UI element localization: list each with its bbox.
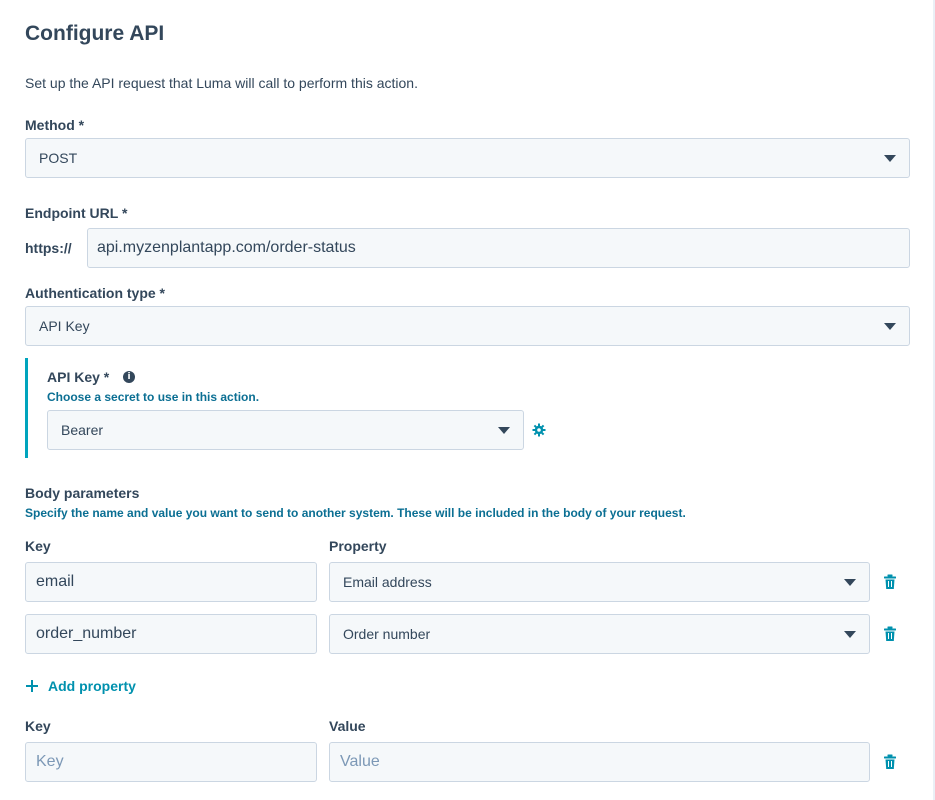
body-key-value: order_number bbox=[36, 625, 137, 642]
static-value-input[interactable]: Value bbox=[329, 742, 870, 782]
body-property-value: Email address bbox=[343, 574, 432, 590]
endpoint-prefix: https:// bbox=[25, 240, 72, 256]
endpoint-label: Endpoint URL * bbox=[25, 205, 128, 221]
api-key-help: Choose a secret to use in this action. bbox=[47, 390, 260, 404]
trash-icon[interactable] bbox=[883, 754, 897, 770]
method-value: POST bbox=[39, 150, 78, 166]
configure-api-panel: Configure API Set up the API request tha… bbox=[0, 0, 935, 800]
auth-type-value: API Key bbox=[39, 318, 90, 334]
body-property-value: Order number bbox=[343, 626, 431, 642]
body-key-input[interactable]: order_number bbox=[25, 614, 317, 654]
method-label: Method * bbox=[25, 117, 85, 133]
body-key-value: email bbox=[36, 573, 75, 590]
trash-icon[interactable] bbox=[883, 626, 897, 642]
body-parameters-label: Body parameters bbox=[25, 485, 140, 501]
auth-type-select[interactable]: API Key bbox=[25, 306, 910, 346]
static-key-placeholder: Key bbox=[36, 753, 64, 770]
body-property-select[interactable]: Order number bbox=[329, 614, 870, 654]
add-property-button[interactable]: Add property bbox=[25, 677, 136, 695]
chevron-down-icon bbox=[844, 631, 856, 638]
api-key-select[interactable]: Bearer bbox=[47, 410, 524, 450]
chevron-down-icon bbox=[884, 155, 896, 162]
gear-icon[interactable] bbox=[532, 423, 546, 437]
api-key-label: API Key * bbox=[47, 369, 110, 385]
static-value-column-header: Value bbox=[329, 718, 366, 734]
body-property-select[interactable]: Email address bbox=[329, 562, 870, 602]
endpoint-url-value: api.myzenplantapp.com/order-status bbox=[97, 239, 356, 256]
page-description: Set up the API request that Luma will ca… bbox=[25, 75, 418, 91]
method-select[interactable]: POST bbox=[25, 138, 910, 178]
endpoint-url-input[interactable]: api.myzenplantapp.com/order-status bbox=[87, 228, 910, 268]
trash-icon[interactable] bbox=[883, 574, 897, 590]
auth-type-label: Authentication type * bbox=[25, 285, 166, 301]
key-column-header: Key bbox=[25, 538, 51, 554]
static-value-placeholder: Value bbox=[340, 753, 380, 770]
static-key-input[interactable]: Key bbox=[25, 742, 317, 782]
property-column-header: Property bbox=[329, 538, 387, 554]
chevron-down-icon bbox=[884, 323, 896, 330]
nested-section-indicator bbox=[25, 358, 28, 458]
body-key-input[interactable]: email bbox=[25, 562, 317, 602]
api-key-value: Bearer bbox=[61, 422, 104, 438]
plus-icon bbox=[26, 680, 38, 692]
page-title: Configure API bbox=[25, 22, 165, 45]
chevron-down-icon bbox=[498, 427, 510, 434]
info-icon[interactable]: i bbox=[123, 371, 135, 383]
static-key-column-header: Key bbox=[25, 718, 51, 734]
chevron-down-icon bbox=[844, 579, 856, 586]
add-property-label: Add property bbox=[48, 678, 136, 694]
body-parameters-help: Specify the name and value you want to s… bbox=[25, 506, 686, 520]
